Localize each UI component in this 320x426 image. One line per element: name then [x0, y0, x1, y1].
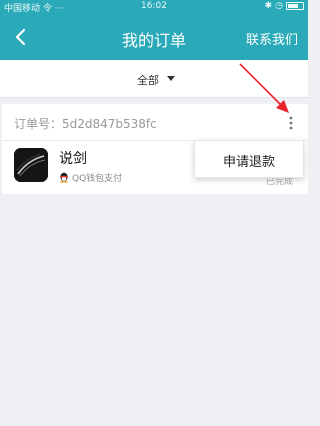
status-bar: 中国移动 令 ··· 16:02 ✱ ◷: [0, 0, 308, 14]
refund-menu-item[interactable]: 申请退款: [195, 151, 303, 170]
more-vertical-icon: [289, 116, 293, 130]
clock: 16:02: [141, 1, 167, 11]
qq-penguin-icon: [60, 172, 68, 183]
app-icon: [14, 148, 48, 182]
order-header: 订单号：5d2d847b538fc: [2, 104, 308, 141]
status-icons: ✱ ◷: [265, 1, 304, 11]
navigation-bar: 我的订单 联系我们: [0, 14, 308, 60]
app-name: 说剑: [59, 151, 87, 167]
empty-list-area: [2, 196, 308, 426]
order-number: 订单号：5d2d847b538fc: [14, 117, 157, 131]
sword-art-icon: [14, 148, 48, 182]
payment-label: QQ钱包支付: [72, 174, 123, 184]
filter-dropdown[interactable]: 全部: [0, 60, 308, 98]
bluetooth-icon: ✱: [264, 1, 273, 11]
contact-us-button[interactable]: 联系我们: [246, 29, 298, 48]
more-options-button[interactable]: [285, 114, 297, 132]
alarm-icon: ◷: [275, 1, 283, 11]
options-menu: 申请退款: [194, 140, 304, 178]
payment-method: QQ钱包支付: [59, 171, 122, 184]
filter-selected-label: 全部: [137, 74, 159, 87]
battery-icon: [286, 2, 304, 10]
caret-down-icon: [167, 76, 175, 81]
